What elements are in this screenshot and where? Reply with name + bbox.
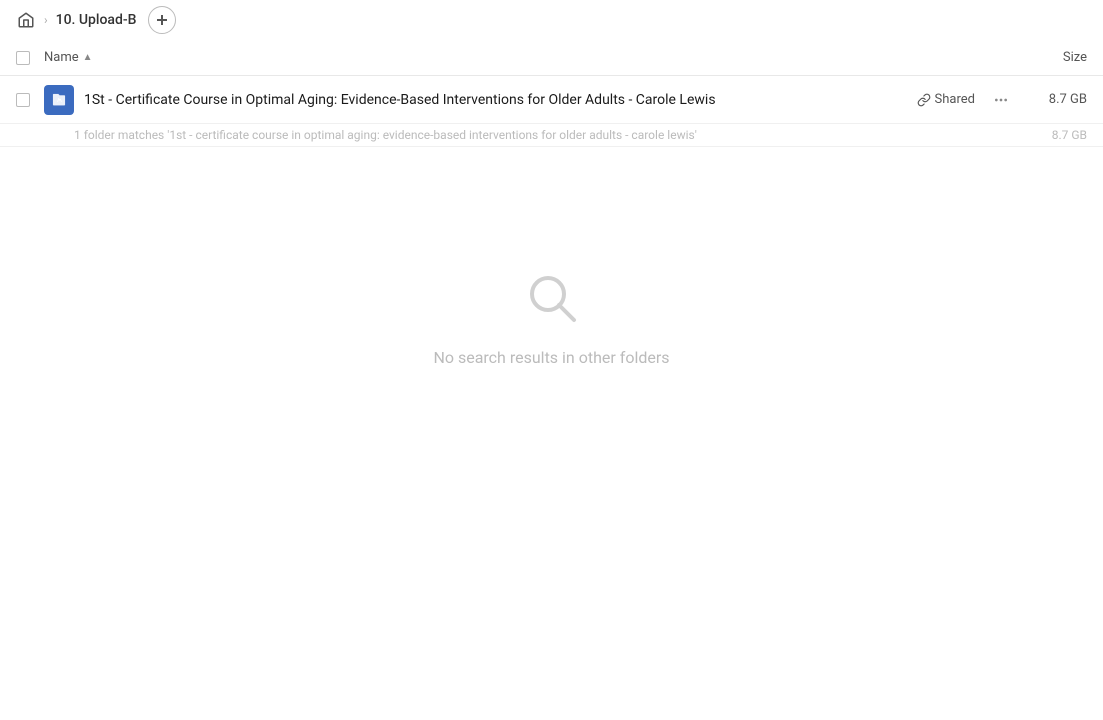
file-checkbox[interactable] [16,93,44,107]
empty-state: No search results in other folders [0,147,1103,487]
no-results-text: No search results in other folders [433,348,669,367]
file-row[interactable]: 1St - Certificate Course in Optimal Agin… [0,76,1103,124]
name-column-header[interactable]: Name ▲ [44,50,1007,65]
row-checkbox[interactable] [16,93,30,107]
file-name[interactable]: 1St - Certificate Course in Optimal Agin… [84,92,917,108]
select-all-checkbox[interactable] [16,51,44,65]
file-size: 8.7 GB [1027,92,1087,107]
shared-badge: Shared [917,92,975,107]
file-type-icon [44,85,74,115]
topbar: › 10. Upload-B [0,0,1103,40]
add-button[interactable] [148,6,176,34]
sort-asc-icon: ▲ [83,52,93,63]
home-button[interactable] [16,10,36,30]
breadcrumb-current[interactable]: 10. Upload-B [56,12,137,28]
checkbox[interactable] [16,51,30,65]
match-info-size: 8.7 GB [1052,128,1087,142]
no-results-search-icon [522,268,582,332]
match-info-text: 1 folder matches '1st - certificate cour… [74,128,697,142]
size-column-header[interactable]: Size [1007,50,1087,65]
breadcrumb-separator: › [44,13,48,27]
column-header-row: Name ▲ Size [0,40,1103,76]
more-options-button[interactable] [987,86,1015,114]
match-info-row: 1 folder matches '1st - certificate cour… [0,124,1103,147]
